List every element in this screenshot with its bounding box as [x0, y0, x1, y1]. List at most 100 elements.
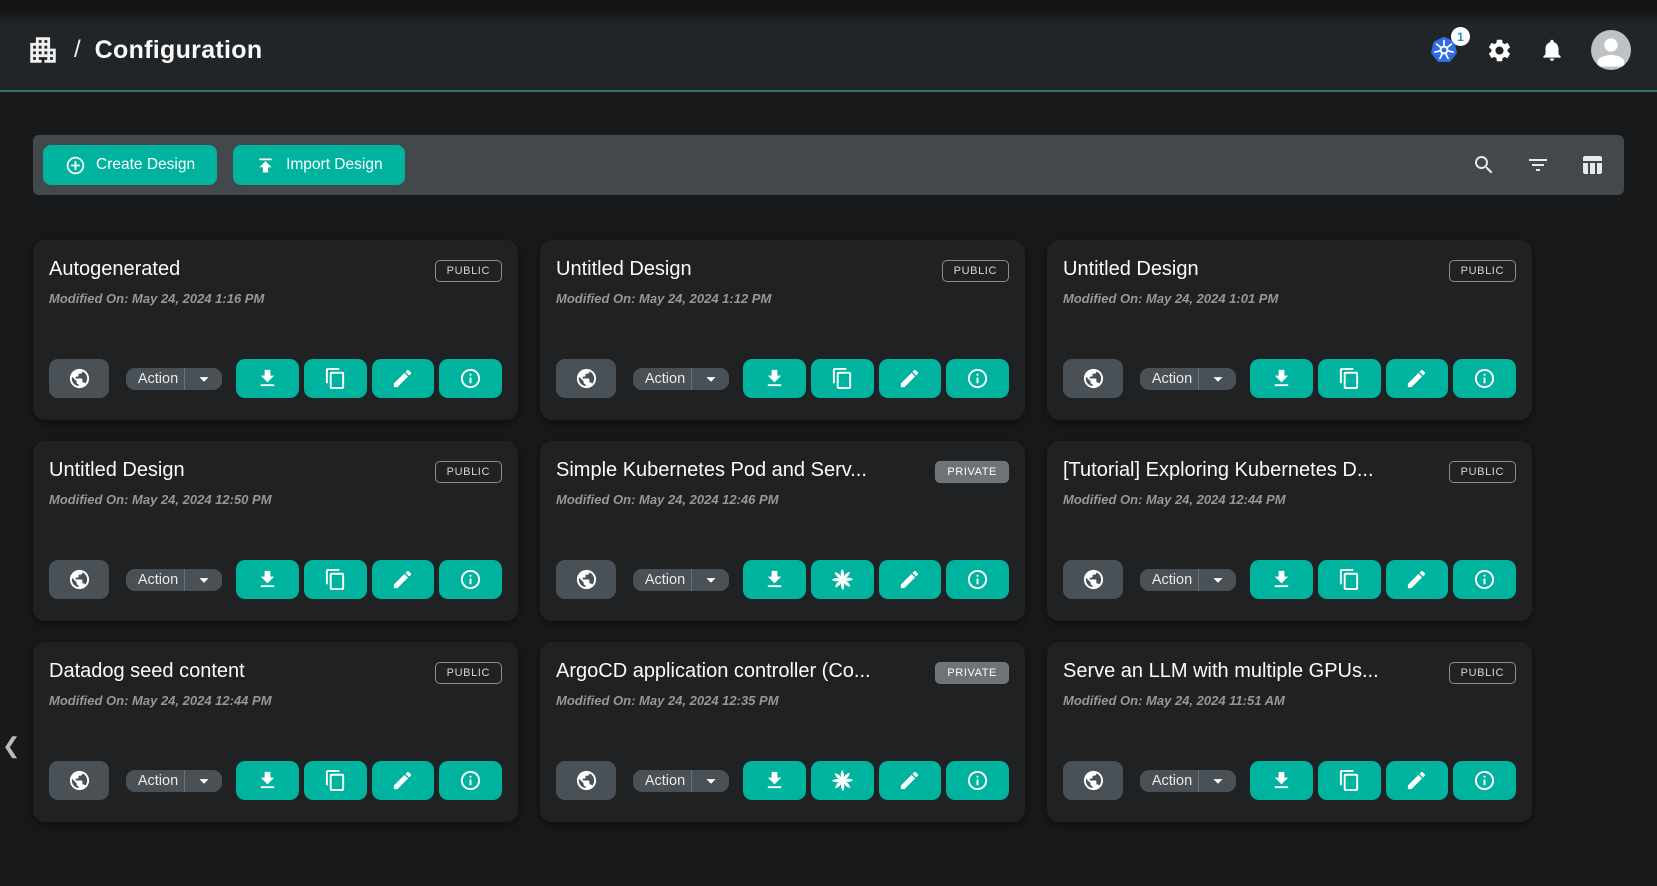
edit-button[interactable] — [372, 761, 435, 800]
action-dropdown-toggle[interactable] — [1198, 368, 1236, 390]
kubernetes-context-button[interactable]: 1 — [1428, 34, 1460, 66]
design-title: Untitled Design — [49, 459, 185, 482]
info-button[interactable] — [439, 359, 502, 398]
clone-button[interactable] — [304, 560, 367, 599]
visibility-badge: PUBLIC — [942, 260, 1009, 282]
clone-button[interactable] — [1318, 359, 1381, 398]
download-button[interactable] — [743, 359, 806, 398]
add-circle-icon — [65, 155, 86, 176]
chevron-down-icon — [1207, 770, 1229, 792]
action-button[interactable]: Action — [1140, 569, 1198, 591]
visibility-toggle-button[interactable] — [556, 359, 616, 398]
clone-button[interactable] — [811, 359, 874, 398]
visibility-toggle-button[interactable] — [49, 359, 109, 398]
action-split-button: Action — [633, 770, 729, 792]
design-card: Autogenerated PUBLIC Modified On: May 24… — [33, 240, 518, 420]
action-dropdown-toggle[interactable] — [184, 368, 222, 390]
edit-button[interactable] — [1386, 761, 1449, 800]
info-button[interactable] — [1453, 761, 1516, 800]
action-button[interactable]: Action — [633, 770, 691, 792]
create-design-button[interactable]: Create Design — [43, 145, 217, 185]
edit-button[interactable] — [372, 560, 435, 599]
visibility-toggle-button[interactable] — [1063, 560, 1123, 599]
action-button[interactable]: Action — [633, 368, 691, 390]
edit-button[interactable] — [1386, 359, 1449, 398]
clone-button[interactable] — [1318, 761, 1381, 800]
pencil-icon — [1405, 568, 1428, 591]
copy-icon — [831, 367, 854, 390]
card-header: Datadog seed content PUBLIC — [49, 660, 502, 684]
pencil-icon — [391, 769, 414, 792]
visibility-toggle-button[interactable] — [1063, 761, 1123, 800]
edit-button[interactable] — [1386, 560, 1449, 599]
info-button[interactable] — [946, 560, 1009, 599]
action-split-button: Action — [126, 770, 222, 792]
download-button[interactable] — [236, 761, 299, 800]
chevron-down-icon — [193, 770, 215, 792]
action-dropdown-toggle[interactable] — [691, 770, 729, 792]
visibility-toggle-button[interactable] — [49, 560, 109, 599]
action-dropdown-toggle[interactable] — [184, 770, 222, 792]
user-avatar[interactable] — [1591, 30, 1631, 70]
card-header: ArgoCD application controller (Co... PRI… — [556, 660, 1009, 684]
search-icon[interactable] — [1472, 153, 1496, 177]
action-dropdown-toggle[interactable] — [691, 368, 729, 390]
action-button[interactable]: Action — [126, 368, 184, 390]
action-button[interactable]: Action — [126, 569, 184, 591]
action-dropdown-toggle[interactable] — [1198, 770, 1236, 792]
download-button[interactable] — [236, 560, 299, 599]
edit-button[interactable] — [879, 359, 942, 398]
download-button[interactable] — [743, 761, 806, 800]
action-button[interactable]: Action — [1140, 770, 1198, 792]
visibility-toggle-button[interactable] — [1063, 359, 1123, 398]
download-button[interactable] — [743, 560, 806, 599]
edit-button[interactable] — [372, 359, 435, 398]
modified-on-text: Modified On: May 24, 2024 12:50 PM — [49, 492, 502, 507]
action-button[interactable]: Action — [126, 770, 184, 792]
info-button[interactable] — [1453, 560, 1516, 599]
clone-button[interactable] — [1318, 560, 1381, 599]
clone-button[interactable] — [811, 761, 874, 800]
info-button[interactable] — [1453, 359, 1516, 398]
import-design-button[interactable]: Import Design — [233, 145, 404, 185]
info-button[interactable] — [439, 761, 502, 800]
visibility-badge: PUBLIC — [435, 461, 502, 483]
clone-button[interactable] — [811, 560, 874, 599]
action-split-button: Action — [633, 569, 729, 591]
visibility-toggle-button[interactable] — [49, 761, 109, 800]
settings-button[interactable] — [1486, 37, 1513, 64]
download-button[interactable] — [1250, 359, 1313, 398]
edit-button[interactable] — [879, 761, 942, 800]
design-title: Untitled Design — [1063, 258, 1199, 281]
download-button[interactable] — [1250, 761, 1313, 800]
copy-icon — [324, 568, 347, 591]
visibility-toggle-button[interactable] — [556, 560, 616, 599]
info-button[interactable] — [946, 359, 1009, 398]
clone-button[interactable] — [304, 359, 367, 398]
action-dropdown-toggle[interactable] — [691, 569, 729, 591]
action-dropdown-toggle[interactable] — [184, 569, 222, 591]
import-design-label: Import Design — [286, 156, 382, 174]
drawer-collapse-handle[interactable]: ❮ — [2, 733, 20, 759]
design-title: ArgoCD application controller (Co... — [556, 660, 871, 683]
notifications-button[interactable] — [1539, 37, 1565, 63]
clone-button[interactable] — [304, 761, 367, 800]
organization-building-icon — [26, 33, 60, 67]
chevron-down-icon — [700, 368, 722, 390]
action-button[interactable]: Action — [633, 569, 691, 591]
table-view-icon[interactable] — [1580, 153, 1604, 177]
action-button[interactable]: Action — [1140, 368, 1198, 390]
info-button[interactable] — [439, 560, 502, 599]
info-button[interactable] — [946, 761, 1009, 800]
download-icon — [1270, 568, 1293, 591]
download-button[interactable] — [236, 359, 299, 398]
info-icon — [966, 367, 989, 390]
edit-button[interactable] — [879, 560, 942, 599]
context-count-badge: 1 — [1451, 27, 1470, 46]
download-button[interactable] — [1250, 560, 1313, 599]
person-icon — [1591, 30, 1631, 70]
filter-icon[interactable] — [1526, 153, 1550, 177]
visibility-badge: PRIVATE — [935, 662, 1009, 684]
action-dropdown-toggle[interactable] — [1198, 569, 1236, 591]
visibility-toggle-button[interactable] — [556, 761, 616, 800]
